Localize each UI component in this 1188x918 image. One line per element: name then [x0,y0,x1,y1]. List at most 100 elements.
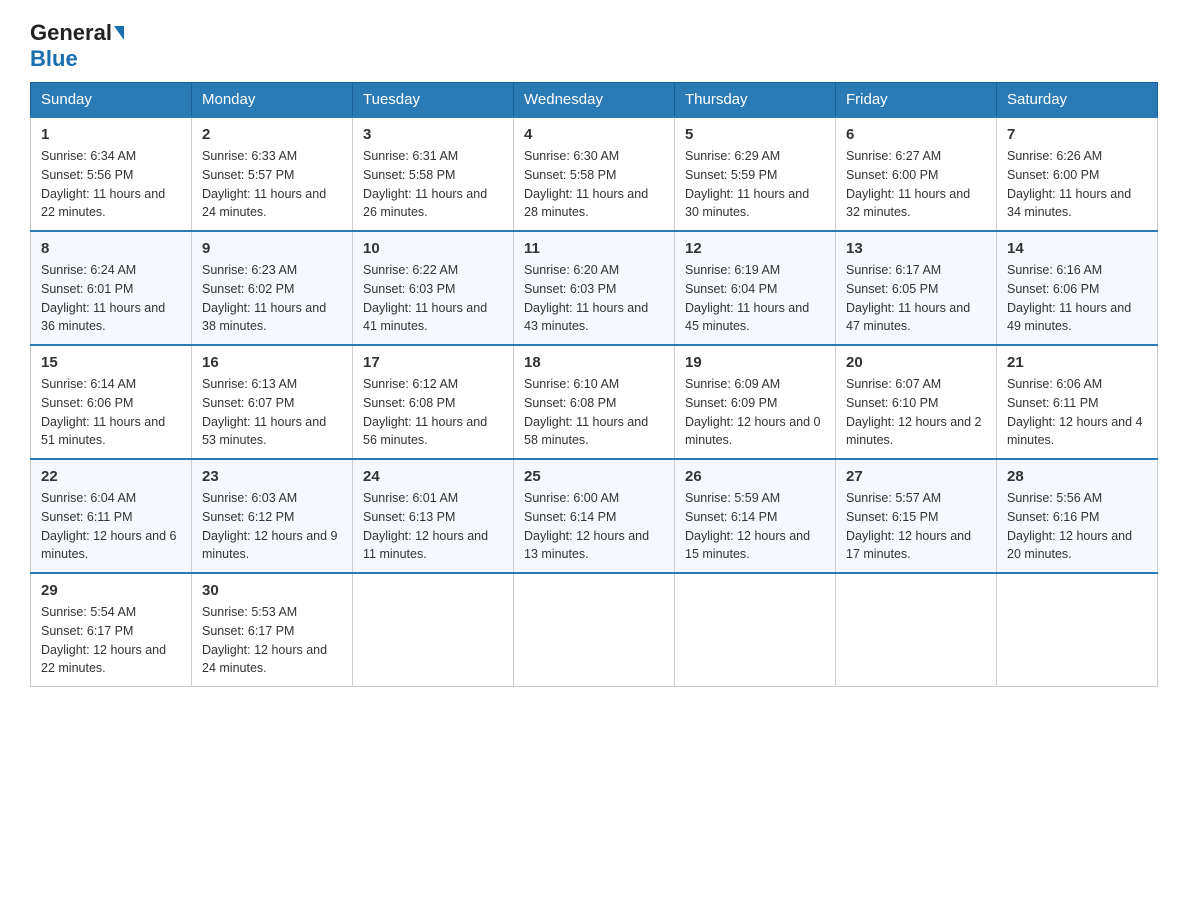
day-info: Sunrise: 5:56 AMSunset: 6:16 PMDaylight:… [1007,489,1147,564]
day-number: 14 [1007,240,1147,257]
day-number: 29 [41,582,181,599]
calendar-cell: 1 Sunrise: 6:34 AMSunset: 5:56 PMDaylight… [31,117,192,231]
weekday-header-thursday: Thursday [675,83,836,118]
day-info: Sunrise: 6:10 AMSunset: 6:08 PMDaylight:… [524,375,664,450]
day-info: Sunrise: 6:07 AMSunset: 6:10 PMDaylight:… [846,375,986,450]
day-number: 27 [846,468,986,485]
calendar-cell: 16Sunrise: 6:13 AMSunset: 6:07 PMDayligh… [192,345,353,459]
weekday-header-friday: Friday [836,83,997,118]
day-number: 23 [202,468,342,485]
calendar-cell [997,573,1158,687]
day-info: Sunrise: 6:20 AMSunset: 6:03 PMDaylight:… [524,261,664,336]
day-number: 21 [1007,354,1147,371]
day-number: 30 [202,582,342,599]
day-info: Sunrise: 6:29 AMSunset: 5:59 PMDaylight:… [685,147,825,222]
calendar-cell: 25 Sunrise: 6:00 AMSunset: 6:14 PMDayligh… [514,459,675,573]
day-info: Sunrise: 6:14 AMSunset: 6:06 PMDaylight:… [41,375,181,450]
day-info: Sunrise: 6:24 AMSunset: 6:01 PMDaylight:… [41,261,181,336]
calendar-cell: 20 Sunrise: 6:07 AMSunset: 6:10 PMDayligh… [836,345,997,459]
day-info: Sunrise: 6:03 AMSunset: 6:12 PMDaylight:… [202,489,342,564]
day-number: 15 [41,354,181,371]
week-row-4: 22 Sunrise: 6:04 AMSunset: 6:11 PMDayligh… [31,459,1158,573]
calendar-cell [514,573,675,687]
logo-general-text: General [30,20,112,46]
day-info: Sunrise: 6:31 AMSunset: 5:58 PMDaylight:… [363,147,503,222]
day-number: 25 [524,468,664,485]
day-number: 13 [846,240,986,257]
day-number: 8 [41,240,181,257]
day-number: 4 [524,126,664,143]
weekday-header-row: SundayMondayTuesdayWednesdayThursdayFrid… [31,83,1158,118]
day-info: Sunrise: 6:23 AMSunset: 6:02 PMDaylight:… [202,261,342,336]
day-number: 19 [685,354,825,371]
day-number: 10 [363,240,503,257]
calendar-cell: 28 Sunrise: 5:56 AMSunset: 6:16 PMDayligh… [997,459,1158,573]
day-info: Sunrise: 6:09 AMSunset: 6:09 PMDaylight:… [685,375,825,450]
day-info: Sunrise: 6:16 AMSunset: 6:06 PMDaylight:… [1007,261,1147,336]
calendar-cell: 22 Sunrise: 6:04 AMSunset: 6:11 PMDayligh… [31,459,192,573]
calendar-cell: 24Sunrise: 6:01 AMSunset: 6:13 PMDayligh… [353,459,514,573]
weekday-header-wednesday: Wednesday [514,83,675,118]
day-info: Sunrise: 6:33 AMSunset: 5:57 PMDaylight:… [202,147,342,222]
logo-triangle-icon [114,26,124,40]
weekday-header-monday: Monday [192,83,353,118]
day-number: 7 [1007,126,1147,143]
calendar-cell: 2Sunrise: 6:33 AMSunset: 5:57 PMDaylight… [192,117,353,231]
calendar-cell: 15 Sunrise: 6:14 AMSunset: 6:06 PMDayligh… [31,345,192,459]
day-info: Sunrise: 6:34 AMSunset: 5:56 PMDaylight:… [41,147,181,222]
day-number: 22 [41,468,181,485]
week-row-1: 1 Sunrise: 6:34 AMSunset: 5:56 PMDaylight… [31,117,1158,231]
day-info: Sunrise: 5:57 AMSunset: 6:15 PMDaylight:… [846,489,986,564]
day-info: Sunrise: 5:53 AMSunset: 6:17 PMDaylight:… [202,603,342,678]
logo: General Blue [30,20,124,72]
day-number: 26 [685,468,825,485]
day-number: 17 [363,354,503,371]
calendar-cell [675,573,836,687]
day-number: 11 [524,240,664,257]
day-number: 24 [363,468,503,485]
weekday-header-sunday: Sunday [31,83,192,118]
day-number: 1 [41,126,181,143]
calendar-cell: 12Sunrise: 6:19 AMSunset: 6:04 PMDayligh… [675,231,836,345]
calendar-cell: 23 Sunrise: 6:03 AMSunset: 6:12 PMDayligh… [192,459,353,573]
day-info: Sunrise: 6:00 AMSunset: 6:14 PMDaylight:… [524,489,664,564]
logo-blue-text: Blue [30,46,78,72]
week-row-2: 8 Sunrise: 6:24 AMSunset: 6:01 PMDaylight… [31,231,1158,345]
day-info: Sunrise: 6:19 AMSunset: 6:04 PMDaylight:… [685,261,825,336]
calendar-cell: 19 Sunrise: 6:09 AMSunset: 6:09 PMDayligh… [675,345,836,459]
day-info: Sunrise: 6:27 AMSunset: 6:00 PMDaylight:… [846,147,986,222]
calendar-cell: 4 Sunrise: 6:30 AMSunset: 5:58 PMDaylight… [514,117,675,231]
calendar-cell: 13 Sunrise: 6:17 AMSunset: 6:05 PMDayligh… [836,231,997,345]
calendar-cell: 5 Sunrise: 6:29 AMSunset: 5:59 PMDaylight… [675,117,836,231]
day-number: 18 [524,354,664,371]
day-info: Sunrise: 6:04 AMSunset: 6:11 PMDaylight:… [41,489,181,564]
day-number: 6 [846,126,986,143]
calendar-cell [836,573,997,687]
day-number: 3 [363,126,503,143]
day-number: 28 [1007,468,1147,485]
calendar-cell: 3 Sunrise: 6:31 AMSunset: 5:58 PMDaylight… [353,117,514,231]
day-number: 5 [685,126,825,143]
calendar-cell: 18 Sunrise: 6:10 AMSunset: 6:08 PMDayligh… [514,345,675,459]
day-number: 20 [846,354,986,371]
day-info: Sunrise: 6:12 AMSunset: 6:08 PMDaylight:… [363,375,503,450]
calendar-cell: 29Sunrise: 5:54 AMSunset: 6:17 PMDayligh… [31,573,192,687]
calendar-cell: 8 Sunrise: 6:24 AMSunset: 6:01 PMDaylight… [31,231,192,345]
day-info: Sunrise: 6:30 AMSunset: 5:58 PMDaylight:… [524,147,664,222]
calendar-cell: 14 Sunrise: 6:16 AMSunset: 6:06 PMDayligh… [997,231,1158,345]
calendar-cell [353,573,514,687]
weekday-header-saturday: Saturday [997,83,1158,118]
calendar-cell: 27 Sunrise: 5:57 AMSunset: 6:15 PMDayligh… [836,459,997,573]
day-info: Sunrise: 6:26 AMSunset: 6:00 PMDaylight:… [1007,147,1147,222]
calendar-cell: 9 Sunrise: 6:23 AMSunset: 6:02 PMDaylight… [192,231,353,345]
day-info: Sunrise: 6:22 AMSunset: 6:03 PMDaylight:… [363,261,503,336]
page-header: General Blue [30,20,1158,72]
calendar-cell: 10 Sunrise: 6:22 AMSunset: 6:03 PMDayligh… [353,231,514,345]
week-row-5: 29Sunrise: 5:54 AMSunset: 6:17 PMDayligh… [31,573,1158,687]
day-number: 9 [202,240,342,257]
calendar-cell: 26Sunrise: 5:59 AMSunset: 6:14 PMDayligh… [675,459,836,573]
calendar-table: SundayMondayTuesdayWednesdayThursdayFrid… [30,82,1158,687]
day-info: Sunrise: 6:17 AMSunset: 6:05 PMDaylight:… [846,261,986,336]
calendar-cell: 7 Sunrise: 6:26 AMSunset: 6:00 PMDaylight… [997,117,1158,231]
calendar-cell: 21Sunrise: 6:06 AMSunset: 6:11 PMDayligh… [997,345,1158,459]
